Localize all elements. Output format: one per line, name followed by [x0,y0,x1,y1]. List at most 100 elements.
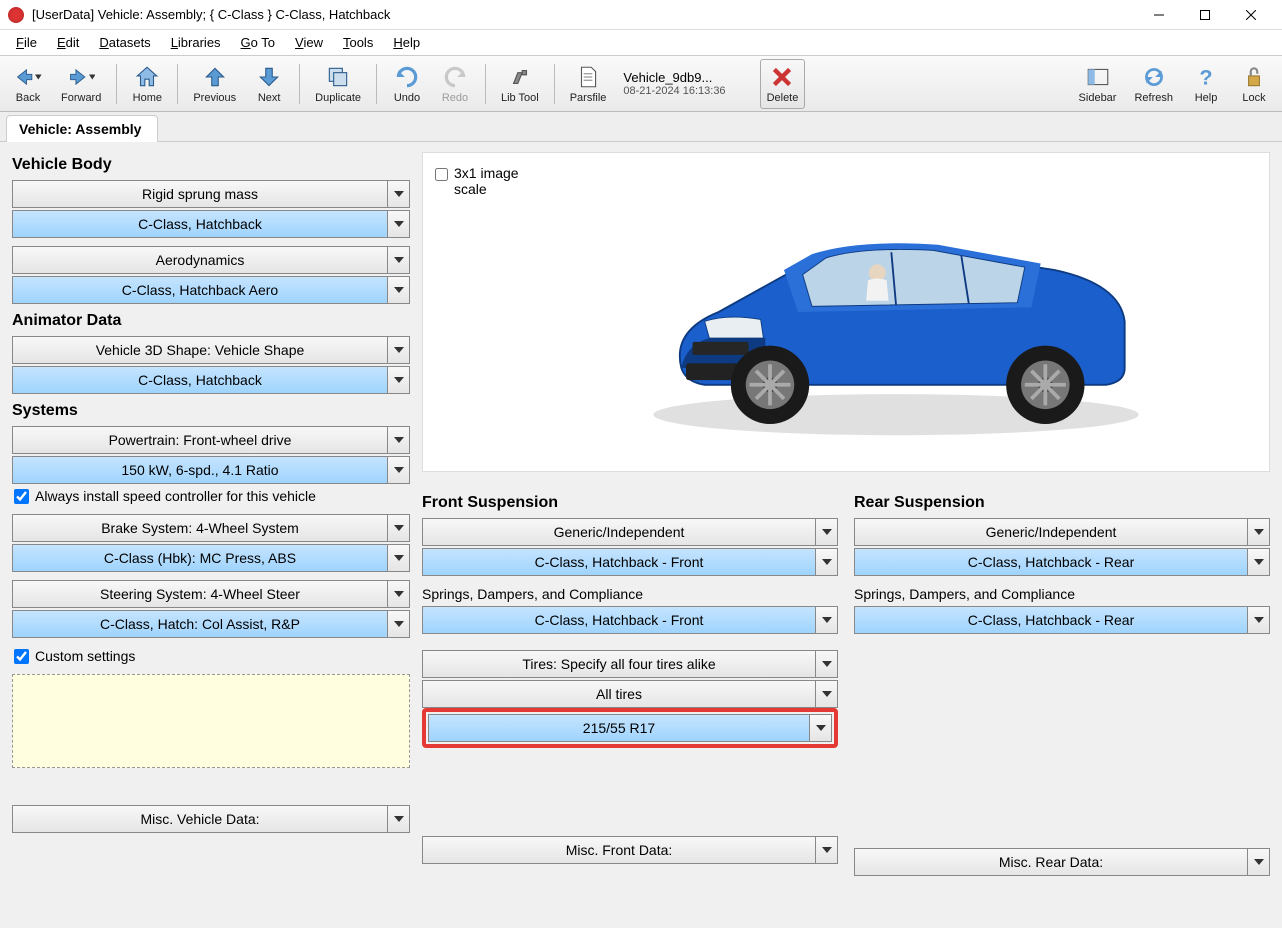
redo-button[interactable]: Redo [433,59,477,109]
rear-suspension-panel: Rear Suspension Generic/Independent C-Cl… [854,494,1270,878]
chevron-down-icon[interactable] [1248,518,1270,546]
chevron-down-icon[interactable] [388,180,410,208]
file-info: Vehicle_9db9... 08-21-2024 16:13:36 [617,70,731,97]
toolbar: Back Forward Home Previous Next Duplicat… [0,56,1282,112]
scale-checkbox[interactable]: 3x1 image scale [431,161,531,463]
tires-all-select[interactable]: All tires [422,680,816,708]
chevron-down-icon[interactable] [816,606,838,634]
menu-view[interactable]: View [285,32,333,53]
menu-datasets[interactable]: Datasets [89,32,160,53]
powertrain-value[interactable]: 150 kW, 6-spd., 4.1 Ratio [12,456,388,484]
parsfile-button[interactable]: Parsfile [563,59,614,109]
chevron-down-icon[interactable] [816,518,838,546]
speed-controller-input[interactable] [14,489,29,504]
refresh-button[interactable]: Refresh [1127,59,1180,109]
minimize-button[interactable] [1136,0,1182,30]
lock-button[interactable]: Lock [1232,59,1276,109]
close-button[interactable] [1228,0,1274,30]
chevron-down-icon[interactable] [1248,548,1270,576]
aero-select[interactable]: Aerodynamics [12,246,388,274]
file-date: 08-21-2024 16:13:36 [623,85,725,97]
chevron-down-icon[interactable] [388,336,410,364]
tires-mode-select[interactable]: Tires: Specify all four tires alike [422,650,816,678]
speed-controller-checkbox[interactable]: Always install speed controller for this… [14,488,410,504]
help-button[interactable]: ? Help [1184,59,1228,109]
rear-sdc-value[interactable]: C-Class, Hatchback - Rear [854,606,1248,634]
chevron-down-icon[interactable] [388,580,410,608]
libtool-button[interactable]: Lib Tool [494,59,546,109]
powertrain-select[interactable]: Powertrain: Front-wheel drive [12,426,388,454]
custom-settings-input[interactable] [14,649,29,664]
systems-title: Systems [12,402,410,420]
tab-vehicle-assembly[interactable]: Vehicle: Assembly [6,115,158,142]
misc-front-select[interactable]: Misc. Front Data: [422,836,816,864]
undo-button[interactable]: Undo [385,59,429,109]
file-name: Vehicle_9db9... [623,70,725,85]
chevron-down-icon[interactable] [1248,848,1270,876]
rear-suspension-title: Rear Suspension [854,494,1270,512]
home-button[interactable]: Home [125,59,169,109]
front-type-select[interactable]: Generic/Independent [422,518,816,546]
content-area: Vehicle Body Rigid sprung mass C-Class, … [0,142,1282,922]
brake-value[interactable]: C-Class (Hbk): MC Press, ABS [12,544,388,572]
chevron-down-icon[interactable] [816,680,838,708]
menu-edit[interactable]: Edit [47,32,89,53]
custom-settings-checkbox[interactable]: Custom settings [14,648,410,664]
chevron-down-icon[interactable] [388,805,410,833]
previous-button[interactable]: Previous [186,59,243,109]
front-value[interactable]: C-Class, Hatchback - Front [422,548,816,576]
svg-text:?: ? [1199,65,1212,90]
menu-libraries[interactable]: Libraries [161,32,231,53]
front-sdc-value[interactable]: C-Class, Hatchback - Front [422,606,816,634]
rigid-mass-select[interactable]: Rigid sprung mass [12,180,388,208]
shape-value[interactable]: C-Class, Hatchback [12,366,388,394]
vehicle-render [531,161,1261,463]
shape-select[interactable]: Vehicle 3D Shape: Vehicle Shape [12,336,388,364]
menu-goto[interactable]: Go To [231,32,285,53]
scale-input[interactable] [435,167,448,182]
custom-settings-textarea[interactable] [12,674,410,768]
chevron-down-icon[interactable] [816,836,838,864]
chevron-down-icon[interactable] [388,246,410,274]
chevron-down-icon[interactable] [1248,606,1270,634]
chevron-down-icon[interactable] [388,514,410,542]
chevron-down-icon[interactable] [388,544,410,572]
rear-type-select[interactable]: Generic/Independent [854,518,1248,546]
rigid-mass-value[interactable]: C-Class, Hatchback [12,210,388,238]
steering-value[interactable]: C-Class, Hatch: Col Assist, R&P [12,610,388,638]
tire-size-value[interactable]: 215/55 R17 [428,714,810,742]
chevron-down-icon[interactable] [816,548,838,576]
aero-value[interactable]: C-Class, Hatchback Aero [12,276,388,304]
forward-button[interactable]: Forward [54,59,108,109]
chevron-down-icon[interactable] [388,456,410,484]
vehicle-body-title: Vehicle Body [12,156,410,174]
duplicate-button[interactable]: Duplicate [308,59,368,109]
menu-help[interactable]: Help [383,32,430,53]
chevron-down-icon[interactable] [816,650,838,678]
brake-select[interactable]: Brake System: 4-Wheel System [12,514,388,542]
chevron-down-icon[interactable] [388,366,410,394]
tab-strip: Vehicle: Assembly [0,112,1282,142]
back-button[interactable]: Back [6,59,50,109]
left-column: Vehicle Body Rigid sprung mass C-Class, … [12,152,410,908]
chevron-down-icon[interactable] [810,714,832,742]
steering-select[interactable]: Steering System: 4-Wheel Steer [12,580,388,608]
misc-vehicle-select[interactable]: Misc. Vehicle Data: [12,805,388,833]
sidebar-button[interactable]: Sidebar [1072,59,1124,109]
chevron-down-icon[interactable] [388,276,410,304]
maximize-button[interactable] [1182,0,1228,30]
front-sdc-label: Springs, Dampers, and Compliance [422,586,838,602]
menu-tools[interactable]: Tools [333,32,383,53]
delete-button[interactable]: Delete [760,59,806,109]
chevron-down-icon[interactable] [388,426,410,454]
rear-value[interactable]: C-Class, Hatchback - Rear [854,548,1248,576]
menu-file[interactable]: File [6,32,47,53]
chevron-down-icon[interactable] [388,210,410,238]
right-column: 3x1 image scale [422,152,1270,908]
misc-rear-select[interactable]: Misc. Rear Data: [854,848,1248,876]
chevron-down-icon[interactable] [388,610,410,638]
car-icon [616,172,1176,452]
preview-area: 3x1 image scale [422,152,1270,472]
next-button[interactable]: Next [247,59,291,109]
tire-size-highlight: 215/55 R17 [422,708,838,748]
